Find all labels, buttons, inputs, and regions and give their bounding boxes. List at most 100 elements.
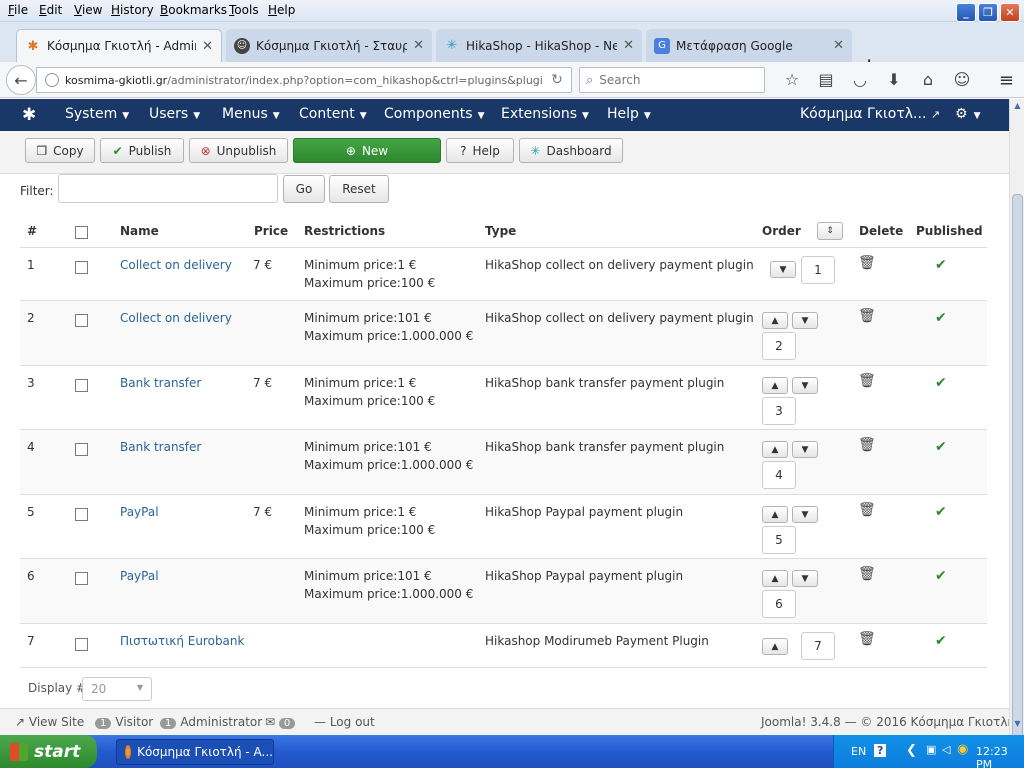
reading-list-icon[interactable]: ▤ xyxy=(809,70,843,89)
tray-app-icon[interactable]: ◉ xyxy=(957,742,968,757)
tab-site[interactable]: ☺ Κόσμημα Γκιοτλή - Σταυρός σ... ✕ xyxy=(226,29,432,62)
menu-file[interactable]: File xyxy=(8,3,28,17)
trash-icon[interactable]: 🗑 xyxy=(858,373,876,389)
header-published[interactable]: Published xyxy=(916,224,983,238)
plugin-name-link[interactable]: Bank transfer xyxy=(120,438,201,456)
nav-users[interactable]: Users ▼ xyxy=(149,106,200,122)
menu-bookmarks[interactable]: Bookmarks xyxy=(160,3,227,17)
nav-components[interactable]: Components ▼ xyxy=(384,106,485,122)
network-icon[interactable]: ▣ xyxy=(926,743,936,756)
administrators-count[interactable]: 1 Administrator xyxy=(160,715,262,729)
close-tab-icon[interactable]: ✕ xyxy=(413,38,424,53)
back-button[interactable]: ← xyxy=(6,65,36,95)
published-check-icon[interactable]: ✔ xyxy=(935,504,947,520)
close-window-button[interactable]: ✕ xyxy=(1000,3,1020,22)
header-price[interactable]: Price xyxy=(254,224,288,238)
order-down-button[interactable]: ▼ xyxy=(792,441,818,458)
scroll-up-icon[interactable]: ▲ xyxy=(1011,101,1024,115)
nav-menus[interactable]: Menus ▼ xyxy=(222,106,280,122)
order-up-button[interactable]: ▲ xyxy=(762,638,788,655)
scroll-thumb[interactable] xyxy=(1012,194,1023,764)
trash-icon[interactable]: 🗑 xyxy=(858,308,876,324)
order-down-button[interactable]: ▼ xyxy=(792,506,818,523)
row-checkbox[interactable] xyxy=(75,379,88,392)
start-button[interactable]: start xyxy=(0,735,97,768)
menu-history[interactable]: History xyxy=(111,3,154,17)
order-down-button[interactable]: ▼ xyxy=(792,570,818,587)
published-check-icon[interactable]: ✔ xyxy=(935,568,947,584)
site-link[interactable]: Κόσμημα Γκιοτλ... ↗ xyxy=(800,106,940,122)
hamburger-menu-icon[interactable]: ≡ xyxy=(999,70,1014,91)
search-field[interactable]: ⌕ Search xyxy=(579,67,765,93)
unpublish-button[interactable]: ⊗ Unpublish xyxy=(189,138,288,163)
order-input[interactable]: 7 xyxy=(801,632,835,660)
help-tray-icon[interactable]: ? xyxy=(874,744,887,757)
tab-hikashop[interactable]: ✳ HikaShop - HikaShop - New T... ✕ xyxy=(436,29,642,62)
row-checkbox[interactable] xyxy=(75,508,88,521)
trash-icon[interactable]: 🗑 xyxy=(858,502,876,518)
nav-content[interactable]: Content ▼ xyxy=(299,106,367,122)
order-input[interactable]: 1 xyxy=(801,256,835,284)
logout-link[interactable]: — Log out xyxy=(314,715,375,729)
joomla-logo-icon[interactable]: ✱ xyxy=(22,105,36,125)
menu-edit[interactable]: Edit xyxy=(39,3,62,17)
order-up-button[interactable]: ▲ xyxy=(762,506,788,523)
help-button[interactable]: ? Help xyxy=(446,138,514,163)
url-bar[interactable]: kosmima-gkiotli.gr/administrator/index.p… xyxy=(36,67,572,93)
row-checkbox[interactable] xyxy=(75,572,88,585)
row-checkbox[interactable] xyxy=(75,638,88,651)
published-check-icon[interactable]: ✔ xyxy=(935,439,947,455)
order-down-button[interactable]: ▼ xyxy=(792,312,818,329)
nav-system[interactable]: System ▼ xyxy=(65,106,129,122)
publish-button[interactable]: ✔ Publish xyxy=(100,138,184,163)
order-input[interactable]: 2 xyxy=(762,332,796,360)
header-type[interactable]: Type xyxy=(485,224,516,238)
tab-google-translate[interactable]: G Μετάφραση Google ✕ xyxy=(646,29,852,62)
copy-button[interactable]: ❐ Copy xyxy=(25,138,95,163)
reload-icon[interactable]: ↻ xyxy=(543,72,571,88)
maximize-button[interactable]: ❐ xyxy=(978,3,998,22)
order-up-button[interactable]: ▲ xyxy=(762,312,788,329)
scroll-down-icon[interactable]: ▼ xyxy=(1011,719,1024,733)
close-tab-icon[interactable]: ✕ xyxy=(623,38,634,53)
new-button[interactable]: ⊕ New xyxy=(293,138,441,163)
volume-icon[interactable]: ◁ xyxy=(942,743,950,756)
plugin-name-link[interactable]: PayPal xyxy=(120,567,159,585)
reset-button[interactable]: Reset xyxy=(329,175,389,203)
order-up-button[interactable]: ▲ xyxy=(762,441,788,458)
order-up-button[interactable]: ▲ xyxy=(762,570,788,587)
plugin-name-link[interactable]: Collect on delivery xyxy=(120,256,232,274)
trash-icon[interactable]: 🗑 xyxy=(858,255,876,271)
order-down-button[interactable]: ▼ xyxy=(770,261,796,278)
language-indicator[interactable]: EN xyxy=(851,745,866,758)
order-down-button[interactable]: ▼ xyxy=(792,377,818,394)
order-input[interactable]: 5 xyxy=(762,526,796,554)
plugin-name-link[interactable]: PayPal xyxy=(120,503,159,521)
header-order[interactable]: Order xyxy=(762,224,801,238)
pocket-icon[interactable]: ◡ xyxy=(843,70,877,89)
trash-icon[interactable]: 🗑 xyxy=(858,437,876,453)
order-input[interactable]: 3 xyxy=(762,397,796,425)
row-checkbox[interactable] xyxy=(75,314,88,327)
home-icon[interactable]: ⌂ xyxy=(911,70,945,89)
bookmark-star-icon[interactable]: ☆ xyxy=(775,70,809,89)
downloads-icon[interactable]: ⬇ xyxy=(877,70,911,89)
order-up-button[interactable]: ▲ xyxy=(762,377,788,394)
published-check-icon[interactable]: ✔ xyxy=(935,375,947,391)
go-button[interactable]: Go xyxy=(283,175,325,203)
published-check-icon[interactable]: ✔ xyxy=(935,257,947,273)
vertical-scrollbar[interactable]: ▲ ▼ xyxy=(1009,99,1024,764)
messages-count[interactable]: ✉ 0 xyxy=(265,715,299,729)
row-checkbox[interactable] xyxy=(75,443,88,456)
filter-input[interactable] xyxy=(58,174,278,203)
plugin-name-link[interactable]: Collect on delivery xyxy=(120,309,232,327)
hello-icon[interactable]: ☺ xyxy=(945,70,979,89)
nav-extensions[interactable]: Extensions ▼ xyxy=(501,106,589,122)
menu-help[interactable]: Help xyxy=(268,3,295,17)
plugin-name-link[interactable]: Bank transfer xyxy=(120,374,201,392)
close-tab-icon[interactable]: ✕ xyxy=(202,39,213,54)
menu-tools[interactable]: Tools xyxy=(229,3,259,17)
dashboard-button[interactable]: ✳ Dashboard xyxy=(519,138,623,163)
display-limit-select[interactable]: 20 ▼ xyxy=(82,677,152,701)
published-check-icon[interactable]: ✔ xyxy=(935,633,947,649)
